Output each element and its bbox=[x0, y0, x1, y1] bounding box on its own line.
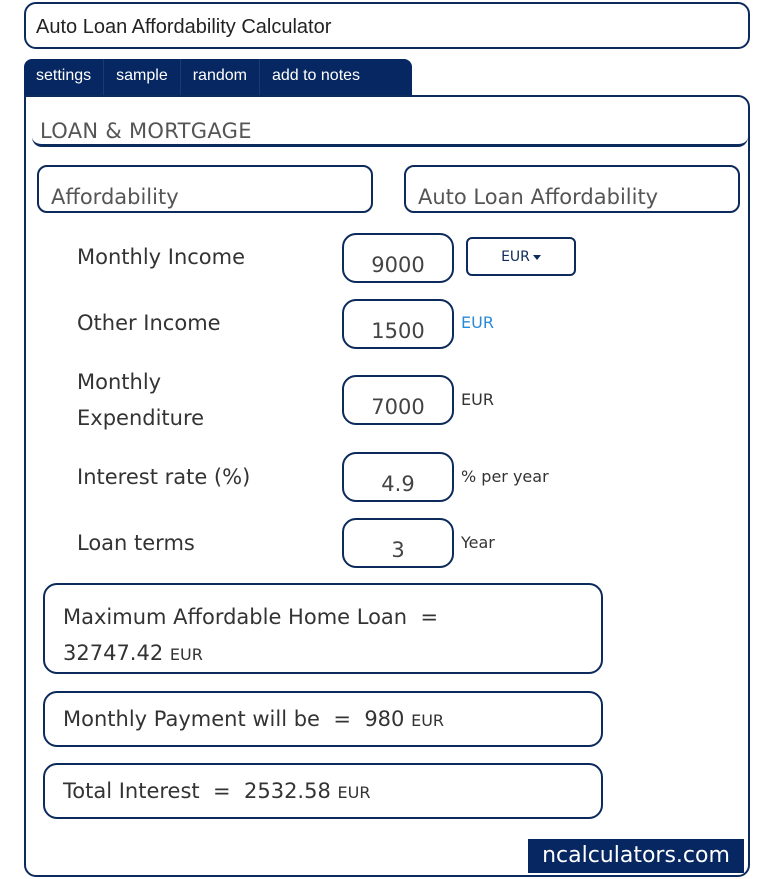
other-income-input[interactable]: 1500 bbox=[342, 299, 454, 349]
loan-terms-unit: Year bbox=[461, 533, 495, 552]
tab-settings[interactable]: settings bbox=[24, 59, 105, 95]
monthly-expenditure-label-line2: Expenditure bbox=[77, 406, 205, 430]
monthly-income-label: Monthly Income bbox=[77, 245, 246, 269]
chevron-down-icon bbox=[532, 254, 541, 260]
result-unit: EUR bbox=[337, 783, 371, 802]
tab-random[interactable]: random bbox=[181, 59, 260, 95]
result-value: 32747.42 bbox=[63, 641, 164, 665]
tab-sample[interactable]: sample bbox=[104, 59, 181, 95]
monthly-expenditure-unit: EUR bbox=[461, 390, 494, 409]
other-income-unit: EUR bbox=[461, 313, 494, 332]
result-max-affordable-loan: Maximum Affordable Home Loan = 32747.42 … bbox=[43, 583, 603, 674]
result-total-interest: Total Interest = 2532.58 EUR bbox=[43, 763, 603, 819]
tab-bar: settings sample random add to notes bbox=[24, 59, 412, 95]
result-equals: = bbox=[333, 707, 351, 731]
result-value: 980 bbox=[364, 707, 405, 731]
result-unit: EUR bbox=[411, 711, 445, 730]
result-monthly-payment: Monthly Payment will be = 980 EUR bbox=[43, 691, 603, 747]
result-unit: EUR bbox=[169, 645, 203, 664]
category-auto-loan-affordability[interactable]: Auto Loan Affordability bbox=[404, 165, 740, 213]
currency-select[interactable]: EUR bbox=[466, 237, 576, 276]
section-header: LOAN & MORTGAGE bbox=[32, 99, 748, 147]
currency-select-value: EUR bbox=[501, 249, 530, 265]
other-income-label: Other Income bbox=[77, 311, 221, 335]
monthly-expenditure-input[interactable]: 7000 bbox=[342, 375, 454, 425]
monthly-income-input[interactable]: 9000 bbox=[342, 233, 454, 283]
monthly-expenditure-label-line1: Monthly bbox=[77, 370, 162, 394]
interest-rate-label: Interest rate (%) bbox=[77, 465, 251, 489]
result-equals: = bbox=[420, 605, 439, 629]
category-affordability[interactable]: Affordability bbox=[37, 165, 373, 213]
interest-rate-input[interactable]: 4.9 bbox=[342, 452, 454, 502]
brand-logo[interactable]: ncalculators.com bbox=[528, 839, 744, 873]
calculator-panel: LOAN & MORTGAGE Affordability Auto Loan … bbox=[24, 95, 750, 877]
result-value: 2532.58 bbox=[243, 779, 331, 803]
result-equals: = bbox=[213, 779, 231, 803]
tab-add-to-notes[interactable]: add to notes bbox=[260, 59, 372, 95]
interest-rate-unit: % per year bbox=[461, 467, 549, 486]
result-label: Monthly Payment will be bbox=[63, 707, 320, 731]
result-label: Total Interest bbox=[63, 779, 200, 803]
calculator-title: Auto Loan Affordability Calculator bbox=[24, 2, 750, 49]
result-label: Maximum Affordable Home Loan bbox=[63, 605, 408, 629]
loan-terms-label: Loan terms bbox=[77, 531, 195, 555]
loan-terms-input[interactable]: 3 bbox=[342, 518, 454, 568]
